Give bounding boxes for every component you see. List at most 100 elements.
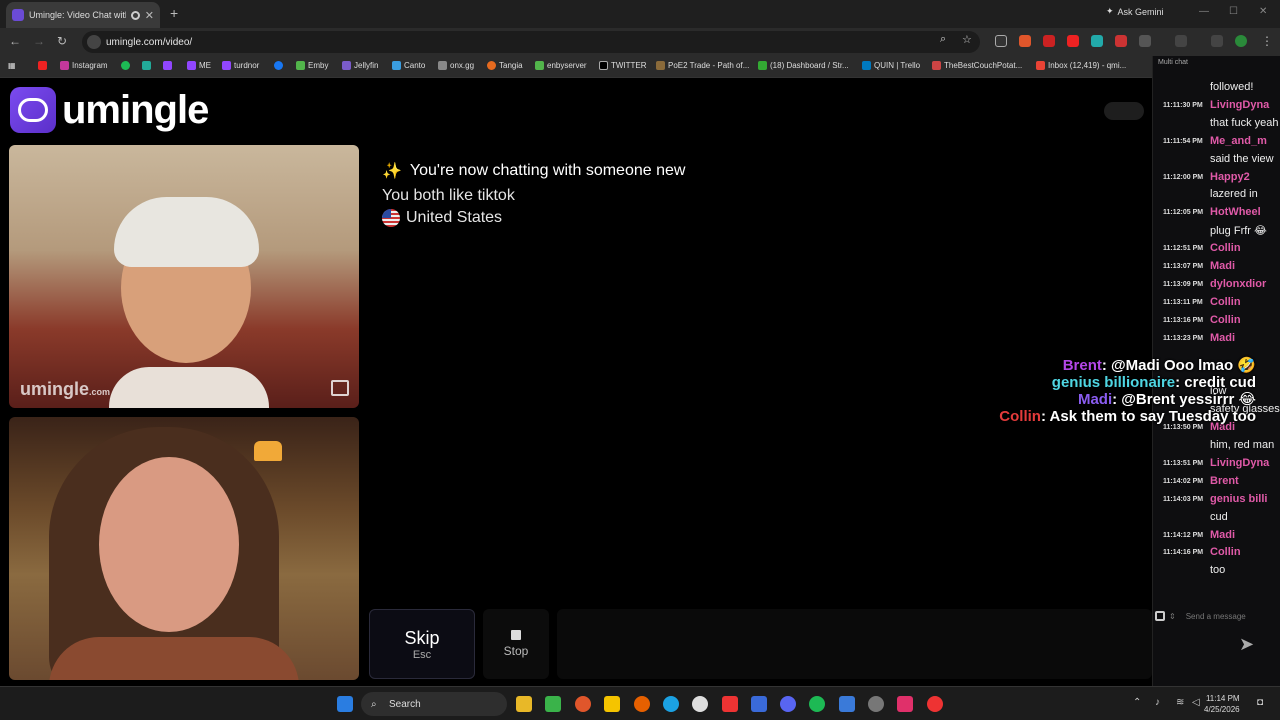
extension-k-icon[interactable] [995, 35, 1007, 47]
extension-icon[interactable] [1115, 35, 1127, 47]
discord-icon[interactable] [780, 696, 796, 712]
close-window-icon[interactable]: ✕ [1259, 6, 1267, 17]
chat-message-input[interactable]: Send a message [1186, 612, 1246, 621]
sticky-notes-icon[interactable] [604, 696, 620, 712]
bookmark-star-icon[interactable]: ☆ [962, 33, 972, 46]
menu-kebab-icon[interactable]: ⋮ [1261, 34, 1273, 48]
zoom-icon[interactable]: ⌕ [940, 33, 946, 46]
start-icon[interactable] [337, 696, 353, 712]
chat-username[interactable]: Madi [1210, 529, 1235, 541]
app-icon[interactable] [545, 696, 561, 712]
bookmark-poe2-trade[interactable]: PoE2 Trade - Path of... [656, 61, 749, 70]
umingle-logo[interactable]: umingle [10, 87, 209, 133]
bookmark-youtube[interactable] [38, 61, 47, 70]
chat-username[interactable]: Madi [1210, 332, 1235, 344]
chat-username[interactable]: genius billi [1210, 493, 1267, 505]
system-clock[interactable]: 11:14 PM 4/25/2026 [1204, 693, 1240, 715]
chat-username[interactable]: Collin [1210, 546, 1241, 558]
chat-username[interactable]: Collin [1210, 296, 1241, 308]
chat-input-row: ⇕ Send a message [1155, 604, 1279, 628]
chat-message: lazered in [1153, 187, 1280, 204]
tray-chevron-icon[interactable]: ⌃ [1133, 697, 1141, 708]
bookmark-canto[interactable]: Canto [392, 61, 425, 70]
bookmark-enbyserver[interactable]: enbyserver [535, 61, 587, 70]
apps-grid-icon[interactable]: ▦ [8, 61, 16, 70]
bookmark-instagram[interactable]: Instagram [60, 61, 108, 70]
stop-button[interactable]: Stop [483, 609, 549, 679]
chat-username[interactable]: HotWheel [1210, 206, 1261, 218]
youtube-extension-icon[interactable] [1067, 35, 1079, 47]
spotify-icon[interactable] [809, 696, 825, 712]
media-controls-icon[interactable] [1211, 35, 1223, 47]
file-explorer-icon[interactable] [516, 696, 532, 712]
maximize-icon[interactable]: ☐ [1229, 6, 1238, 17]
site-info-icon[interactable] [87, 35, 101, 49]
chevron-updown-icon[interactable]: ⇕ [1169, 612, 1176, 621]
bookmark-couchpotato[interactable]: TheBestCouchPotat... [932, 61, 1022, 70]
paisley-shirt [49, 637, 299, 680]
bookmark-trello[interactable]: QUIN | Trello [862, 61, 920, 70]
report-flag-icon[interactable] [331, 380, 349, 396]
chat-username[interactable]: Brent [1210, 475, 1239, 487]
bookmark-turdnor[interactable]: turdnor [222, 61, 259, 70]
bookmark-dashboard[interactable]: (18) Dashboard / Str... [758, 61, 849, 70]
new-tab-button[interactable]: + [170, 5, 178, 21]
edge-icon[interactable] [663, 696, 679, 712]
reload-icon[interactable]: ↻ [57, 34, 67, 48]
notification-bell-icon[interactable]: ◘ [1257, 697, 1263, 708]
bookmark-facebook[interactable] [274, 61, 283, 70]
close-tab-icon[interactable]: ✕ [145, 9, 154, 22]
bookmark-icon[interactable] [142, 61, 151, 70]
chat-username[interactable]: Collin [1210, 314, 1241, 326]
notepad-icon[interactable] [839, 696, 855, 712]
browser-tab-strip: Umingle: Video Chat with S ✕ + ✦ Ask Gem… [0, 0, 1280, 28]
browser-tab[interactable]: Umingle: Video Chat with S ✕ [6, 2, 160, 28]
taskbar-search[interactable]: ⌕ Search [361, 692, 507, 716]
extension-icon[interactable] [1091, 35, 1103, 47]
bookmark-spotify[interactable] [121, 61, 130, 70]
chat-username[interactable]: Me_and_m [1210, 135, 1267, 147]
chat-username[interactable]: Madi [1210, 260, 1235, 272]
bookmark-gmail[interactable]: Inbox (12,419) - qmi... [1036, 61, 1126, 70]
chrome-icon[interactable] [692, 696, 708, 712]
theme-toggle[interactable] [1104, 102, 1144, 120]
chat-username[interactable]: LivingDyna [1210, 457, 1269, 469]
extension-icon[interactable] [1019, 35, 1031, 47]
self-face [99, 457, 239, 632]
chat-username[interactable]: Happy2 [1210, 171, 1250, 183]
app-icon[interactable] [575, 696, 591, 712]
minimize-icon[interactable]: — [1199, 6, 1209, 17]
skip-button[interactable]: Skip Esc [369, 609, 475, 679]
chat-username[interactable]: LivingDyna [1210, 99, 1269, 111]
message-input[interactable] [557, 609, 1152, 679]
bookmark-emby[interactable]: Emby [296, 61, 328, 70]
chat-username[interactable]: dylonxdior [1210, 278, 1266, 290]
app-icon[interactable] [751, 696, 767, 712]
extensions-puzzle-icon[interactable] [1139, 35, 1151, 47]
extension-icon[interactable] [1043, 35, 1055, 47]
send-icon[interactable]: ➤ [1239, 634, 1254, 655]
app-icon[interactable] [927, 696, 943, 712]
bookmark-me[interactable]: ME [187, 61, 211, 70]
bookmark-onx[interactable]: onx.gg [438, 61, 474, 70]
back-icon[interactable]: ← [9, 34, 21, 48]
bookmark-jellyfin[interactable]: Jellyfin [342, 61, 378, 70]
profile-avatar[interactable] [1235, 35, 1247, 47]
side-panel-icon[interactable] [1175, 35, 1187, 47]
logo-text: umingle [62, 87, 209, 132]
volume-icon[interactable]: ◁ [1192, 697, 1200, 708]
address-bar[interactable]: umingle.com/video/ [82, 31, 980, 53]
obs-icon[interactable] [868, 696, 884, 712]
bookmark-twitch[interactable] [163, 61, 172, 70]
app-icon[interactable] [722, 696, 738, 712]
firefox-icon[interactable] [634, 696, 650, 712]
bookmark-twitter[interactable]: TWITTER [599, 61, 647, 70]
ask-gemini-button[interactable]: ✦ Ask Gemini [1106, 6, 1164, 17]
twitch-chat-icon[interactable] [1155, 611, 1165, 621]
tiktok-live-icon[interactable] [897, 696, 913, 712]
forward-icon[interactable]: → [33, 34, 45, 48]
microphone-icon[interactable]: ♪ [1155, 697, 1160, 708]
bookmark-tangia[interactable]: Tangia [487, 61, 523, 70]
chat-username[interactable]: Collin [1210, 242, 1241, 254]
wifi-icon[interactable]: ≋ [1176, 697, 1184, 708]
